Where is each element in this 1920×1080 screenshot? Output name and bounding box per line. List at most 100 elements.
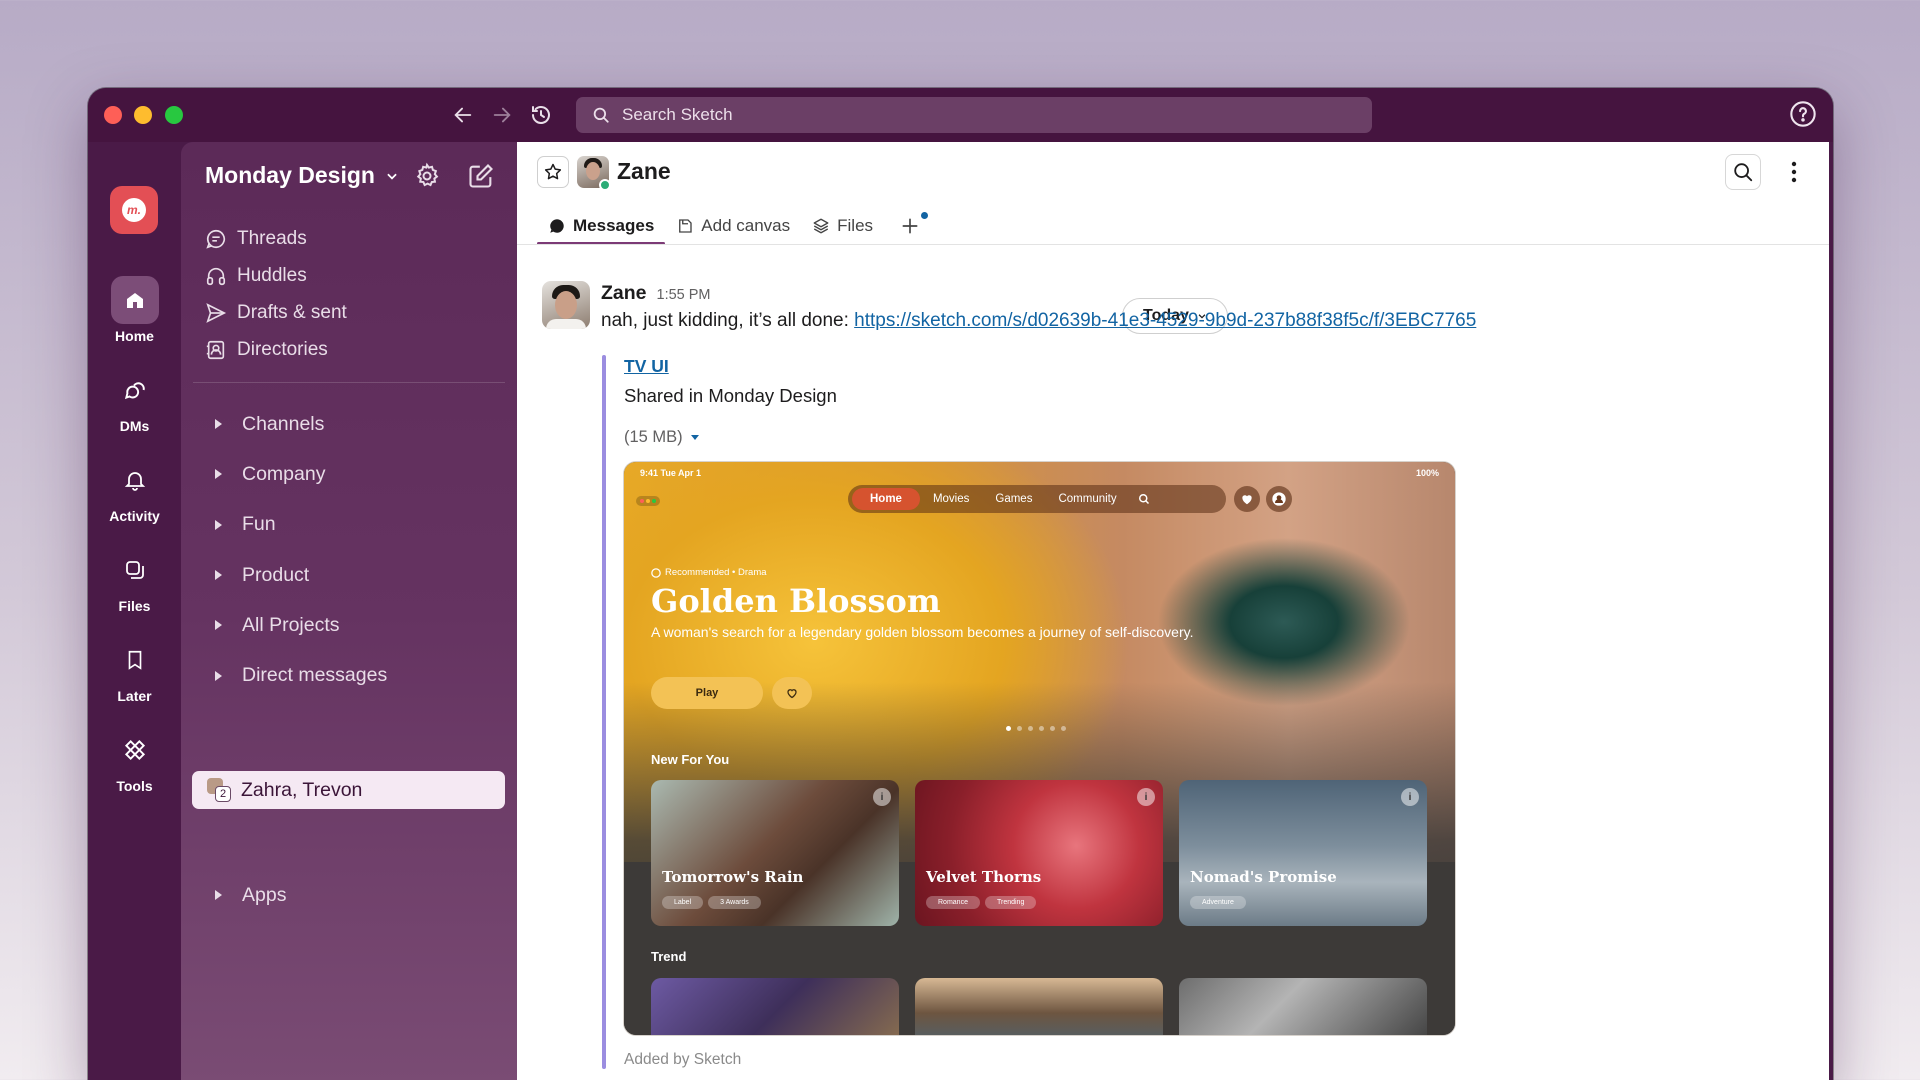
- search-icon: [593, 107, 609, 123]
- search-bar[interactable]: Search Sketch: [576, 97, 1372, 133]
- compose-icon: [469, 164, 493, 188]
- back-button[interactable]: [448, 100, 478, 130]
- section-direct-messages[interactable]: Direct messages: [181, 650, 517, 700]
- caret-right-icon: [215, 469, 222, 480]
- plus-icon: [902, 218, 918, 234]
- threads-icon: [206, 229, 226, 249]
- preview-description: A woman's search for a legendary golden …: [651, 624, 1194, 640]
- add-tab-button[interactable]: [884, 208, 936, 244]
- workspace-switcher[interactable]: Monday Design: [205, 162, 399, 189]
- tab-messages[interactable]: Messages: [537, 208, 666, 245]
- rail-label: DMs: [119, 418, 150, 434]
- sidebar-item-drafts[interactable]: Drafts & sent: [205, 294, 347, 331]
- attachment-accent-bar: [602, 355, 606, 1069]
- rail-item-dms[interactable]: DMs: [88, 366, 181, 434]
- workspace-initial: m.: [122, 198, 146, 222]
- close-window-button[interactable]: [104, 106, 122, 124]
- title-bar: Search Sketch: [88, 88, 1833, 142]
- star-button[interactable]: [537, 156, 569, 188]
- rail-label: Files: [118, 598, 151, 614]
- info-icon: i: [1401, 788, 1419, 806]
- preview-status-time: 9:41 Tue Apr 1: [640, 468, 702, 478]
- minimize-window-button[interactable]: [134, 106, 152, 124]
- star-icon: [544, 163, 562, 180]
- bookmark-icon: [128, 650, 141, 670]
- workspace-logo[interactable]: m.: [110, 186, 158, 234]
- message-avatar[interactable]: [542, 281, 590, 329]
- attachment-title[interactable]: TV UI: [624, 356, 669, 377]
- preview-nav-movies: Movies: [932, 493, 970, 505]
- message-link[interactable]: https://sketch.com/s/d02639b-41e3-4529-9…: [854, 310, 1476, 331]
- preview-tag: Recommended • Drama: [651, 567, 767, 578]
- sidebar-apps: Apps: [181, 870, 517, 920]
- preview-heart-icon: [1234, 486, 1260, 512]
- message-header: Zane 1:55 PM: [601, 282, 711, 305]
- rail-item-activity[interactable]: Activity: [88, 456, 181, 524]
- app-rail: m. Home DMs Activity Files Later Tools: [88, 142, 181, 1080]
- attachment-preview-image[interactable]: 9:41 Tue Apr 1 100% Home Movies Games Co…: [624, 462, 1455, 1035]
- badge-icon: [651, 567, 661, 578]
- preview-nav: Home Movies Games Community: [848, 485, 1226, 513]
- send-icon: [206, 302, 227, 323]
- message-timestamp[interactable]: 1:55 PM: [657, 287, 711, 303]
- channel-sidebar: Monday Design Threads Huddles Drafts & s…: [181, 142, 517, 1080]
- preview-nav-community: Community: [1058, 493, 1117, 505]
- sidebar-item-huddles[interactable]: Huddles: [205, 257, 347, 294]
- history-icon: [532, 106, 550, 124]
- caret-right-icon: [215, 570, 222, 581]
- preview-section-trend: Trend: [651, 949, 687, 964]
- sidebar-sections: Channels Company Fun Product All Project…: [181, 399, 517, 701]
- sidebar-item-threads[interactable]: Threads: [205, 220, 347, 257]
- preview-profile-icon: [1266, 486, 1292, 512]
- chevron-down-icon: [387, 173, 397, 180]
- section-apps[interactable]: Apps: [181, 870, 517, 920]
- section-channels[interactable]: Channels: [181, 399, 517, 449]
- rail-label: Home: [115, 328, 154, 344]
- preview-trend-card: [651, 978, 899, 1035]
- section-product[interactable]: Product: [181, 550, 517, 600]
- dm-item-label: Zahra, Trevon: [241, 778, 363, 801]
- tab-add-canvas[interactable]: Add canvas: [665, 208, 801, 244]
- sidebar-nav: Threads Huddles Drafts & sent Directorie…: [205, 220, 347, 368]
- more-vertical-icon: [1791, 161, 1797, 183]
- message-author[interactable]: Zane: [601, 282, 647, 305]
- workspace-settings-button[interactable]: [413, 162, 443, 192]
- rail-item-home[interactable]: Home: [88, 276, 181, 344]
- rail-label: Tools: [116, 778, 153, 794]
- compose-button[interactable]: [467, 162, 497, 192]
- layers-icon: [813, 218, 829, 234]
- dm-item-zahra-trevon[interactable]: 2 Zahra, Trevon: [192, 771, 505, 809]
- canvas-icon: [679, 219, 692, 233]
- message-body: nah, just kidding, it’s all done: https:…: [601, 310, 1477, 331]
- help-button[interactable]: [1789, 100, 1819, 130]
- more-options-button[interactable]: [1779, 154, 1809, 190]
- files-icon: [125, 561, 144, 579]
- attachment-footer: Added by Sketch: [624, 1051, 742, 1068]
- channel-title[interactable]: Zane: [617, 158, 671, 185]
- bell-icon: [124, 472, 145, 491]
- preview-card-nomads-promise: i Nomad's Promise Adventure: [1179, 780, 1427, 926]
- caret-down-icon: [690, 435, 699, 440]
- sidebar-divider: [193, 382, 505, 383]
- attachment-size-toggle[interactable]: (15 MB): [624, 428, 699, 447]
- history-button[interactable]: [526, 100, 556, 130]
- section-all-projects[interactable]: All Projects: [181, 600, 517, 650]
- preview-play-button: Play: [651, 677, 763, 709]
- sidebar-item-directories[interactable]: Directories: [205, 331, 347, 368]
- section-company[interactable]: Company: [181, 449, 517, 499]
- zoom-window-button[interactable]: [165, 106, 183, 124]
- forward-button[interactable]: [487, 100, 517, 130]
- tab-files[interactable]: Files: [801, 208, 884, 244]
- preview-nav-games: Games: [995, 493, 1033, 505]
- rail-item-tools[interactable]: Tools: [88, 726, 181, 794]
- search-placeholder: Search Sketch: [622, 105, 733, 124]
- section-fun[interactable]: Fun: [181, 500, 517, 550]
- rail-item-files[interactable]: Files: [88, 546, 181, 614]
- rail-item-later[interactable]: Later: [88, 636, 181, 704]
- preview-trend-card: [1179, 978, 1427, 1035]
- search-icon: [1734, 163, 1753, 182]
- gear-icon: [416, 162, 439, 187]
- conversation-search-button[interactable]: [1725, 154, 1761, 190]
- channel-header: Zane: [517, 142, 1829, 197]
- info-icon: i: [873, 788, 891, 806]
